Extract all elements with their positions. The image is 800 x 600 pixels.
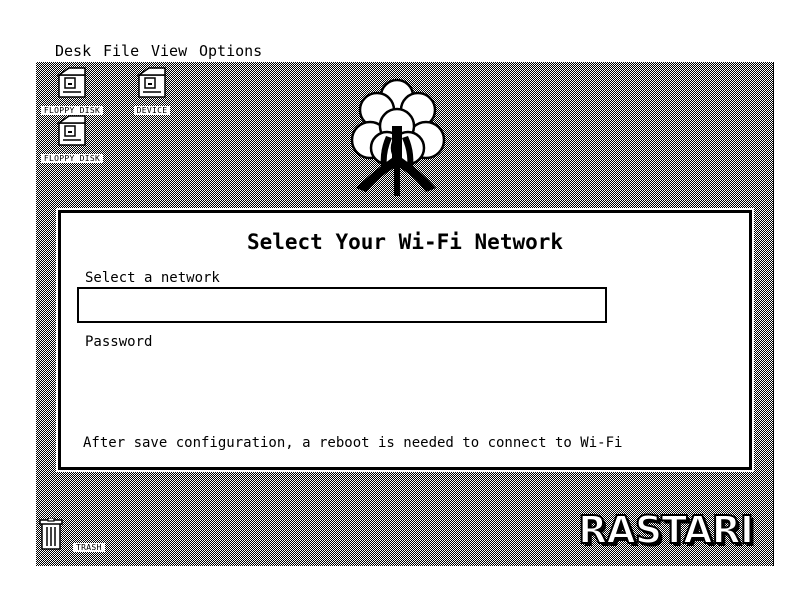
menu-options[interactable]: Options <box>199 42 262 60</box>
menu-bar: Desk File View Options <box>36 40 774 62</box>
network-label: Select a network <box>85 270 220 286</box>
password-label: Password <box>85 334 153 350</box>
password-field[interactable] <box>83 361 503 385</box>
menu-view[interactable]: View <box>151 42 187 60</box>
wifi-dialog: Select Your Wi-Fi Network Select a netwo… <box>56 208 754 472</box>
menu-file[interactable]: File <box>103 42 139 60</box>
reboot-note: After save configuration, a reboot is ne… <box>83 435 623 451</box>
dialog-title: Select Your Wi-Fi Network <box>246 230 564 254</box>
menu-desk[interactable]: Desk <box>55 42 91 60</box>
network-select-field[interactable] <box>77 287 607 323</box>
